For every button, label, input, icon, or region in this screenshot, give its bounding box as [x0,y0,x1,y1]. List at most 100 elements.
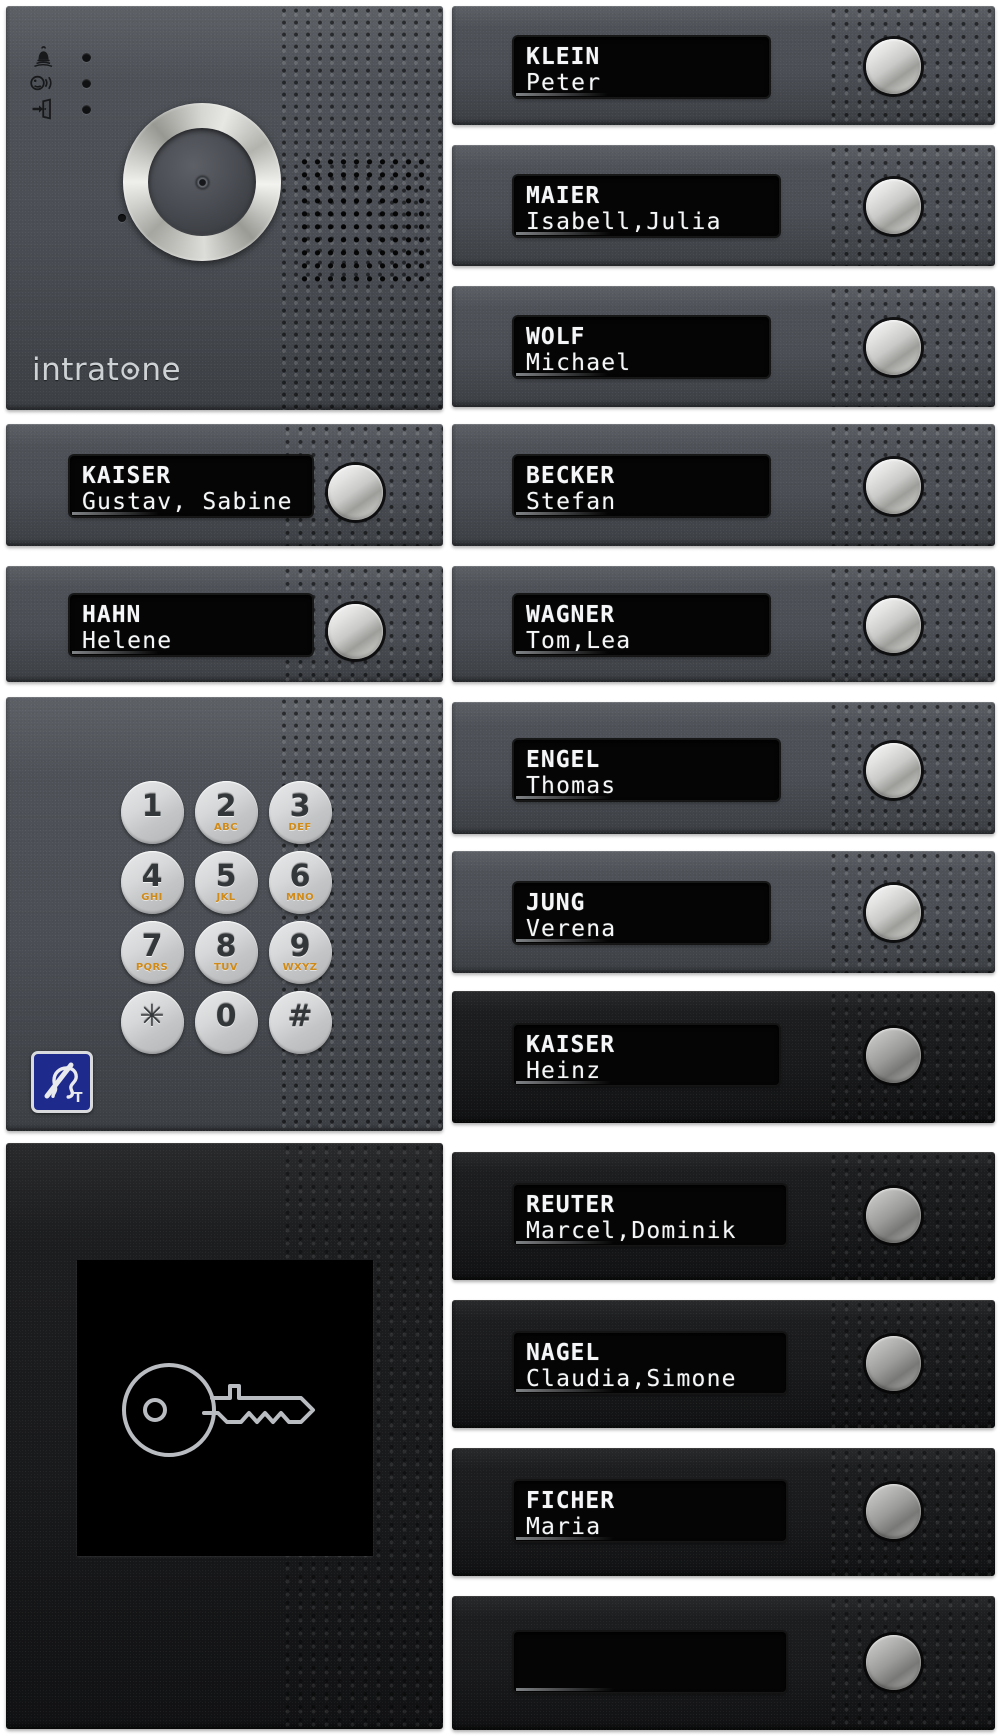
name-display: ENGEL Thomas [514,740,779,800]
nameplate-module: FICHER Maria [452,1448,995,1576]
doorbell-button[interactable] [866,598,921,653]
led-indicator-ringing [82,52,91,62]
name-display: HAHN Helene [70,595,312,655]
nameplate-module: REUTER Marcel,Dominik [452,1152,995,1280]
display-firstnames: Thomas [526,773,617,799]
nameplate-module: KLEIN Peter [452,6,995,125]
status-led-stack [28,44,114,122]
key-hash[interactable]: # [268,991,332,1054]
key-9[interactable]: 9 WXYZ [268,921,332,984]
key-digit: 8 [215,928,237,964]
nameplate-module [452,1596,995,1730]
key-digit: # [287,998,313,1034]
nameplate-module: HAHN Helene [6,566,443,682]
key-letters: TUV [214,961,238,973]
doorbell-button[interactable] [866,459,921,514]
doorbell-button[interactable] [866,885,921,940]
display-firstnames: Marcel,Dominik [526,1218,737,1244]
display-firstnames: Claudia,Simone [526,1366,737,1392]
camera-lens-aperture [195,175,209,189]
key-digit: 4 [141,858,163,894]
doorbell-button[interactable] [866,1028,921,1083]
key-1[interactable]: 1 [120,781,184,844]
name-display: WAGNER Tom,Lea [514,595,769,655]
nameplate-module: KAISER Heinz [452,991,995,1123]
camera-lens-bezel [123,103,281,261]
key-letters: ABC [214,821,238,833]
display-firstnames: Stefan [526,489,617,515]
video-door-station-module: intrat ne [6,6,443,410]
nameplate-module: WOLF Michael [452,286,995,407]
nameplate-module: JUNG Verena [452,851,995,973]
nameplate-module: BECKER Stefan [452,424,995,546]
rfid-reader-module[interactable] [6,1143,443,1729]
doorbell-button[interactable] [328,604,383,659]
doorbell-button[interactable] [866,179,921,234]
name-display: WOLF Michael [514,317,769,377]
name-display: MAIER Isabell,Julia [514,176,779,236]
nameplate-module: ENGEL Thomas [452,702,995,834]
display-surname: KAISER [82,463,172,489]
key-letters: PQRS [135,961,169,973]
display-firstnames: Peter [526,70,602,96]
microphone-hole [118,214,126,222]
key-digit: 5 [215,858,237,894]
display-surname: WAGNER [526,602,616,628]
brand-logo-o-mark [120,360,140,380]
nameplate-module: WAGNER Tom,Lea [452,566,995,682]
name-display: KAISER Heinz [514,1025,779,1085]
display-firstnames: Heinz [526,1058,602,1084]
rfid-read-pad[interactable] [77,1260,373,1556]
hearing-loop-icon: T [31,1051,93,1113]
status-led-ringing [28,44,114,70]
doorbell-button[interactable] [866,1484,921,1539]
nameplate-module: NAGEL Claudia,Simone [452,1300,995,1428]
display-firstnames: Isabell,Julia [526,209,722,235]
doorbell-button[interactable] [866,1635,921,1690]
doorbell-button[interactable] [328,465,383,520]
keypad-grid: 1 2 ABC 3 DEF 4 GHI 5 JKL 6 MNO 7 PQRS 8 [116,779,336,1059]
key-letters: WXYZ [282,961,318,973]
status-led-talking [28,70,114,96]
led-indicator-door-open [82,104,91,114]
name-display [514,1632,786,1692]
led-indicator-talking [82,78,91,88]
doorbell-button[interactable] [866,320,921,375]
speaking-head-icon [28,71,62,95]
key-4[interactable]: 4 GHI [120,851,184,914]
key-digit: 6 [289,858,311,894]
doorbell-button[interactable] [866,743,921,798]
display-firstnames: Gustav, Sabine [82,489,293,515]
name-display: REUTER Marcel,Dominik [514,1185,786,1245]
key-digit: 2 [215,788,237,824]
key-digit: 3 [289,788,311,824]
speaker-grille-core [298,156,424,282]
doorbell-button[interactable] [866,1336,921,1391]
key-3[interactable]: 3 DEF [268,781,332,844]
name-display: KLEIN Peter [514,37,769,97]
key-2[interactable]: 2 ABC [194,781,258,844]
display-surname: JUNG [526,890,586,916]
key-digit: ✳ [139,998,165,1034]
key-digit: 0 [215,998,237,1034]
keypad-module: 1 2 ABC 3 DEF 4 GHI 5 JKL 6 MNO 7 PQRS 8 [6,697,443,1131]
name-display: FICHER Maria [514,1481,786,1541]
nameplate-module: KAISER Gustav, Sabine [6,424,443,546]
display-surname: HAHN [82,602,142,628]
display-surname: REUTER [526,1192,616,1218]
bell-icon [28,45,62,69]
key-star[interactable]: ✳ [120,991,184,1054]
doorbell-button[interactable] [866,39,921,94]
name-display: NAGEL Claudia,Simone [514,1333,786,1393]
key-7[interactable]: 7 PQRS [120,921,184,984]
display-firstnames: Tom,Lea [526,628,632,654]
display-firstnames: Michael [526,350,632,376]
doorbell-button[interactable] [866,1188,921,1243]
display-surname: KAISER [526,1032,616,1058]
key-6[interactable]: 6 MNO [268,851,332,914]
key-5[interactable]: 5 JKL [194,851,258,914]
key-0[interactable]: 0 [194,991,258,1054]
display-surname: WOLF [526,324,586,350]
key-8[interactable]: 8 TUV [194,921,258,984]
display-firstnames: Maria [526,1514,602,1540]
